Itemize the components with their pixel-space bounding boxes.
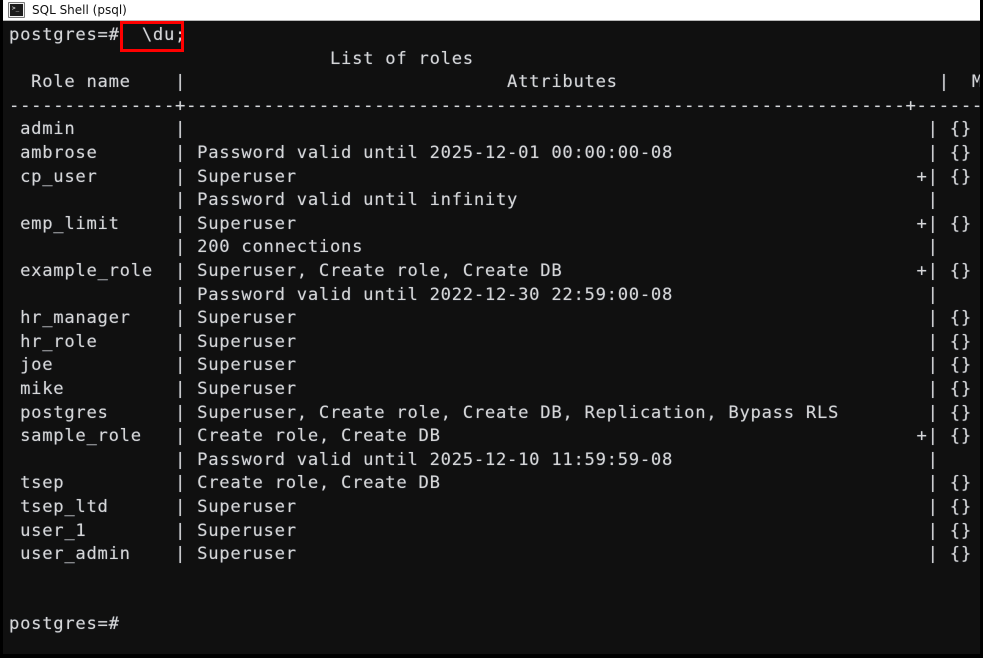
- table-title-line: List of roles: [9, 49, 474, 69]
- table-row: hr_role | Superuser | {}: [9, 332, 972, 352]
- console-icon-caret: >_: [12, 6, 19, 12]
- table-row: sample_role | Create role, Create DB +| …: [9, 426, 972, 446]
- table-row: emp_limit | Superuser +| {}: [9, 214, 972, 234]
- table-row: | Password valid until 2022-12-30 22:59:…: [9, 285, 939, 305]
- table-row: ambrose | Password valid until 2025-12-0…: [9, 143, 972, 163]
- terminal-output-area[interactable]: postgres=# \du; List of roles Role name …: [3, 21, 980, 651]
- table-row: joe | Superuser | {}: [9, 355, 972, 375]
- table-row: | Password valid until 2025-12-10 11:59:…: [9, 450, 939, 470]
- table-row: example_role | Superuser, Create role, C…: [9, 261, 972, 281]
- table-row: | 200 connections |: [9, 237, 939, 257]
- table-row: cp_user | Superuser +| {}: [9, 167, 972, 187]
- table-row: mike | Superuser | {}: [9, 379, 972, 399]
- table-separator-line: ---------------+------------------------…: [9, 96, 980, 116]
- psql-console-window: >_ SQL Shell (psql) postgres=# \du; List…: [0, 0, 983, 658]
- table-row: postgres | Superuser, Create role, Creat…: [9, 403, 972, 423]
- table-row: hr_manager | Superuser | {}: [9, 308, 972, 328]
- table-row: tsep_ltd | Superuser | {}: [9, 497, 972, 517]
- window-titlebar: >_ SQL Shell (psql): [3, 0, 983, 21]
- trailing-prompt-line[interactable]: postgres=#: [9, 614, 120, 634]
- command-prompt-line: postgres=# \du;: [9, 25, 186, 45]
- table-row: tsep | Create role, Create DB | {}: [9, 473, 972, 493]
- table-row: user_admin | Superuser | {}: [9, 544, 972, 564]
- table-row: | Password valid until infinity |: [9, 190, 939, 210]
- table-row: admin | | {}: [9, 119, 972, 139]
- console-icon: >_: [8, 2, 25, 18]
- window-title: SQL Shell (psql): [32, 3, 127, 17]
- table-row: user_1 | Superuser | {}: [9, 521, 972, 541]
- table-header-line: Role name | Attributes | Member of: [9, 72, 980, 92]
